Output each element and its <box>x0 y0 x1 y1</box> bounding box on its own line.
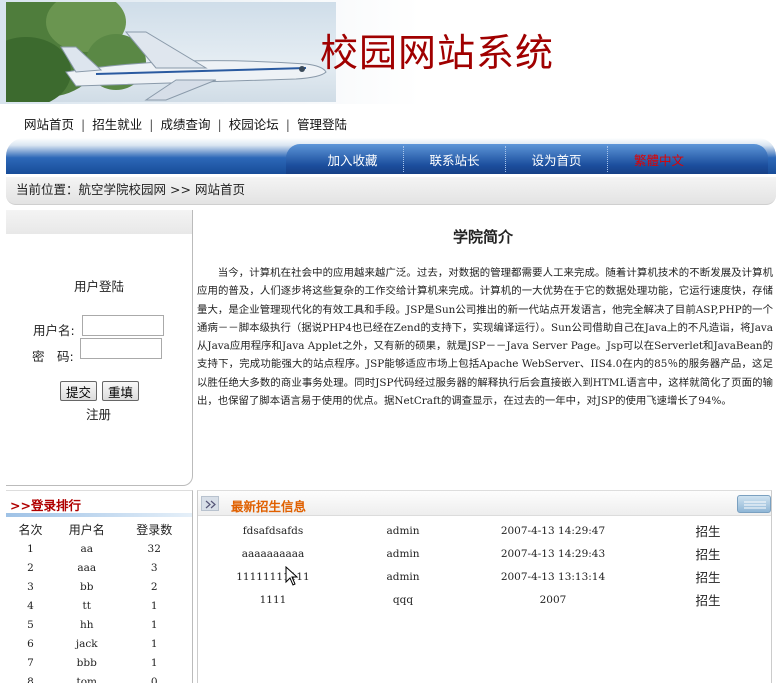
table-row: aaaaaaaaaa admin 2007-4-13 14:29:43 招生 <box>198 542 768 565</box>
banner-airplane-image <box>6 2 336 102</box>
news-table: fdsafdsafds admin 2007-4-13 14:29:47 招生 … <box>198 519 768 611</box>
table-row: 3 bb 2 <box>27 580 158 593</box>
news-item-time: 2007-4-13 13:13:14 <box>500 570 606 583</box>
ranking-header-count: 登录数 <box>136 522 173 537</box>
tab-add-favorite[interactable]: 加入收藏 <box>302 146 404 172</box>
news-item-author: admin <box>386 547 420 560</box>
ranking-table: 名次 用户名 登录数 1 aa 32 2 aaa 3 3 bb 2 4 tt 1 5 hh 1 6j… <box>8 519 188 683</box>
table-row: 1111 qqq 2007 招生 <box>198 588 768 611</box>
news-arrow-icon <box>201 496 219 511</box>
news-item-time: 2007-4-13 14:29:47 <box>500 524 606 537</box>
tab-traditional-chinese[interactable]: 繁體中文 <box>608 146 710 172</box>
username-input[interactable] <box>82 315 164 336</box>
news-item-title[interactable]: aaaaaaaaaa <box>198 542 348 565</box>
breadcrumb-current: 网站首页 <box>194 182 245 197</box>
news-item-author: admin <box>386 524 420 537</box>
ranking-header-rank: 名次 <box>18 522 43 537</box>
register-link[interactable]: 注册 <box>86 404 111 423</box>
intro-text: 当今，计算机在社会中的应用越来越广泛。过去，对数据的管理都需要人工来完成。随着计… <box>197 267 773 408</box>
site-banner: 校园网站系统 <box>0 0 780 104</box>
ranking-header-row: 名次 用户名 登录数 <box>8 519 188 539</box>
breadcrumb-separator: >> <box>166 182 195 197</box>
nav-admin-login[interactable]: 管理登陆 <box>297 117 347 132</box>
password-label: 密 码: <box>32 349 74 364</box>
news-item-category: 招生 <box>695 547 721 562</box>
table-row: 4 tt 1 <box>27 599 158 612</box>
news-item-time: 2007-4-13 14:29:43 <box>500 547 606 560</box>
breadcrumb: 当前位置：航空学院校园网 >> 网站首页 <box>6 177 776 205</box>
table-row: 2 aaa 3 <box>27 561 158 574</box>
intro-title: 学院简介 <box>452 228 513 246</box>
table-row: fdsafdsafds admin 2007-4-13 14:29:47 招生 <box>198 519 768 542</box>
ranking-title: >>登录排行 <box>10 498 81 513</box>
news-item-category: 招生 <box>695 593 721 608</box>
reset-button[interactable]: 重填 <box>102 381 140 401</box>
nav-forum[interactable]: 校园论坛 <box>229 117 279 132</box>
breadcrumb-site-link[interactable]: 航空学院校园网 <box>79 182 167 197</box>
ranking-divider <box>6 513 192 517</box>
mouse-cursor-icon <box>285 565 299 586</box>
login-ranking-panel: >>登录排行 名次 用户名 登录数 1 aa 32 2 aaa 3 3 bb 2 4 tt 1 … <box>6 490 193 683</box>
tab-set-homepage[interactable]: 设为首页 <box>506 146 608 172</box>
table-row: 7 bbb 1 <box>27 656 158 669</box>
news-item-category: 招生 <box>695 524 721 539</box>
login-panel: 用户登陆 用户名: 密 码: 提交 重填 注册 <box>6 210 193 486</box>
table-row: 1 aa 32 <box>27 542 161 555</box>
news-more-icon[interactable] <box>737 495 771 513</box>
news-item-title[interactable]: 1111 <box>198 588 348 611</box>
password-input[interactable] <box>80 338 162 359</box>
news-item-author: qqq <box>392 593 414 606</box>
news-item-title[interactable]: 11111111111 <box>198 565 348 588</box>
admissions-news-panel: 最新招生信息 fdsafdsafds admin 2007-4-13 14:29… <box>197 490 772 683</box>
nav-home[interactable]: 网站首页 <box>24 117 74 132</box>
tab-contact-admin[interactable]: 联系站长 <box>404 146 506 172</box>
news-title: 最新招生信息 <box>231 499 307 514</box>
nav-grades[interactable]: 成绩查询 <box>160 117 210 132</box>
site-title: 校园网站系统 <box>320 31 555 75</box>
news-header: 最新招生信息 <box>198 491 771 516</box>
news-item-category: 招生 <box>695 570 721 585</box>
username-label: 用户名: <box>33 323 75 338</box>
nav-admissions[interactable]: 招生就业 <box>92 117 142 132</box>
table-row: 5 hh 1 <box>27 618 158 631</box>
news-item-author: admin <box>386 570 420 583</box>
top-nav: 网站首页 | 招生就业 | 成绩查询 | 校园论坛 | 管理登陆 <box>24 117 347 132</box>
table-row: 11111111111 admin 2007-4-13 13:13:14 招生 <box>198 565 768 588</box>
airplane-illustration <box>6 2 327 102</box>
breadcrumb-prefix: 当前位置： <box>16 182 79 197</box>
submit-button[interactable]: 提交 <box>60 381 98 401</box>
blue-tab-group: 加入收藏 联系站长 设为首页 繁體中文 <box>286 144 768 174</box>
login-panel-header <box>6 210 192 234</box>
ranking-header-username: 用户名 <box>68 522 105 537</box>
news-item-title[interactable]: fdsafdsafds <box>198 519 348 542</box>
table-row: 6 jack 1 <box>27 637 158 650</box>
table-row: 8 tom 0 <box>27 675 158 683</box>
news-item-time: 2007 <box>539 593 567 606</box>
login-title: 用户登陆 <box>73 279 124 294</box>
